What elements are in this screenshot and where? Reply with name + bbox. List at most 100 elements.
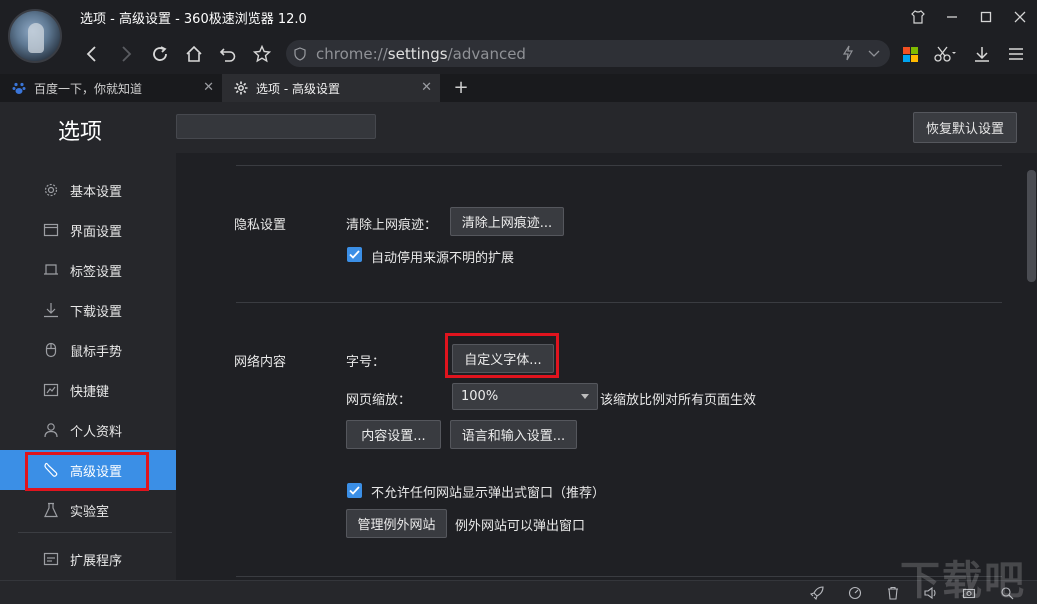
shield-icon[interactable] (292, 46, 308, 62)
shirt-icon[interactable] (901, 0, 935, 34)
home-icon[interactable] (180, 40, 208, 68)
url-host: settings (387, 44, 448, 63)
sidebar-item-label: 实验室 (70, 504, 110, 520)
mouse-icon (42, 341, 60, 359)
sidebar-item-lab[interactable]: 实验室 (0, 490, 176, 530)
scissors-icon[interactable] (930, 40, 960, 68)
sidebar-item-label: 鼠标手势 (70, 344, 123, 360)
keyboard-icon (42, 381, 60, 399)
back-icon[interactable] (78, 40, 106, 68)
extension-icon (42, 550, 60, 568)
auto-disable-extensions-checkbox[interactable] (347, 247, 362, 262)
reload-icon[interactable] (146, 40, 174, 68)
window-title: 选项 - 高级设置 - 360极速浏览器 12.0 (80, 12, 307, 27)
apps-icon[interactable] (900, 40, 920, 68)
baidu-paw-icon (12, 81, 26, 95)
menu-icon[interactable] (1004, 40, 1028, 68)
speed-dial-icon[interactable] (846, 584, 864, 602)
sidebar-item-advanced[interactable]: 高级设置 (0, 450, 176, 490)
sidebar-item-label: 快捷键 (70, 384, 110, 400)
url-scheme: chrome:// (316, 44, 388, 63)
forward-icon[interactable] (112, 40, 140, 68)
download-icon[interactable] (970, 40, 994, 68)
window-icon (42, 221, 60, 239)
watermark-logo: 下载吧 (900, 558, 1026, 604)
section-divider (236, 576, 1002, 577)
browser-titlebar: 选项 - 高级设置 - 360极速浏览器 12.0 chrome://setti… (0, 0, 1037, 74)
settings-header: 选项 恢复默认设置 (0, 102, 1037, 153)
auto-disable-extensions-label: 自动停用来源不明的扩展 (371, 251, 515, 266)
tab-icon (42, 261, 60, 279)
sidebar-divider (18, 532, 172, 533)
sidebar-item-label: 界面设置 (70, 224, 123, 240)
lightning-icon[interactable] (842, 45, 854, 65)
clear-history-label: 清除上网痕迹： (346, 218, 438, 233)
settings-sidebar: 基本设置 界面设置 标签设置 下载设置 鼠标手势 快捷键 个人资料 高级设置 实… (0, 153, 176, 580)
tab-close-icon[interactable]: ✕ (421, 80, 432, 95)
tab-baidu[interactable]: 百度一下，你就知道 ✕ (0, 74, 222, 102)
tab-settings[interactable]: 选项 - 高级设置 ✕ (222, 74, 440, 102)
scrollbar-thumb[interactable] (1027, 170, 1036, 282)
sidebar-item-label: 下载设置 (70, 304, 123, 320)
sidebar-item-label: 标签设置 (70, 264, 123, 280)
page-zoom-label: 网页缩放： (346, 393, 412, 408)
gear-icon (234, 81, 248, 95)
star-icon[interactable] (248, 40, 276, 68)
sidebar-item-tabs[interactable]: 标签设置 (0, 250, 176, 290)
address-bar-actions (842, 45, 880, 65)
privacy-section-label: 隐私设置 (234, 218, 287, 233)
sidebar-item-basic[interactable]: 基本设置 (0, 170, 176, 210)
page-title: 选项 (58, 120, 103, 145)
address-bar[interactable]: chrome://settings/advanced (286, 40, 890, 67)
sidebar-item-shortcuts[interactable]: 快捷键 (0, 370, 176, 410)
tab-label: 选项 - 高级设置 (256, 81, 340, 96)
close-icon[interactable] (1003, 0, 1037, 34)
tab-close-icon[interactable]: ✕ (203, 80, 214, 95)
settings-content: 隐私设置 清除上网痕迹： 清除上网痕迹... 自动停用来源不明的扩展 网络内容 … (176, 153, 1026, 580)
exceptions-note: 例外网站可以弹出窗口 (455, 519, 586, 534)
block-popups-label: 不允许任何网站显示弹出式窗口（推荐） (371, 486, 606, 501)
sidebar-item-label: 个人资料 (70, 424, 123, 440)
sidebar-item-mouse[interactable]: 鼠标手势 (0, 330, 176, 370)
block-popups-checkbox[interactable] (347, 483, 362, 498)
maximize-icon[interactable] (969, 0, 1003, 34)
rocket-icon[interactable] (808, 584, 826, 602)
wrench-icon (42, 461, 60, 479)
person-icon (42, 421, 60, 439)
new-tab-icon[interactable]: + (450, 76, 472, 98)
url-path: /advanced (447, 44, 526, 63)
page-zoom-note: 该缩放比例对所有页面生效 (600, 393, 757, 408)
page-zoom-select[interactable]: 100% (452, 383, 598, 410)
restore-defaults-button[interactable]: 恢复默认设置 (913, 112, 1017, 143)
sidebar-item-profile[interactable]: 个人资料 (0, 410, 176, 450)
gear-icon (42, 181, 60, 199)
content-settings-button[interactable]: 内容设置... (346, 420, 441, 449)
page-zoom-value: 100% (461, 389, 499, 404)
tab-label: 百度一下，你就知道 (34, 81, 143, 96)
download-icon (42, 301, 60, 319)
sidebar-item-label: 基本设置 (70, 184, 123, 200)
status-bar (0, 580, 1037, 604)
flask-icon (42, 501, 60, 519)
window-controls (901, 0, 1037, 34)
sidebar-item-label: 高级设置 (70, 464, 123, 480)
manage-exceptions-button[interactable]: 管理例外网站 (346, 509, 447, 538)
chevron-down-icon[interactable] (868, 45, 880, 65)
undo-icon[interactable] (214, 40, 242, 68)
section-divider (236, 302, 1002, 303)
font-size-label: 字号： (346, 355, 386, 370)
sidebar-item-download[interactable]: 下载设置 (0, 290, 176, 330)
clear-history-button[interactable]: 清除上网痕迹... (450, 207, 564, 236)
sidebar-item-label: 扩展程序 (70, 553, 123, 569)
language-input-settings-button[interactable]: 语言和输入设置... (450, 420, 577, 449)
sidebar-item-interface[interactable]: 界面设置 (0, 210, 176, 250)
minimize-icon[interactable] (935, 0, 969, 34)
settings-search-input[interactable] (176, 114, 376, 139)
web-content-section-label: 网络内容 (234, 355, 287, 370)
section-divider (236, 165, 1002, 166)
sidebar-item-extensions[interactable]: 扩展程序 (0, 539, 176, 579)
address-url[interactable]: chrome://settings/advanced (316, 45, 526, 63)
user-avatar[interactable] (8, 9, 62, 63)
customize-fonts-button[interactable]: 自定义字体... (452, 344, 554, 373)
chevron-down-icon (581, 394, 589, 399)
